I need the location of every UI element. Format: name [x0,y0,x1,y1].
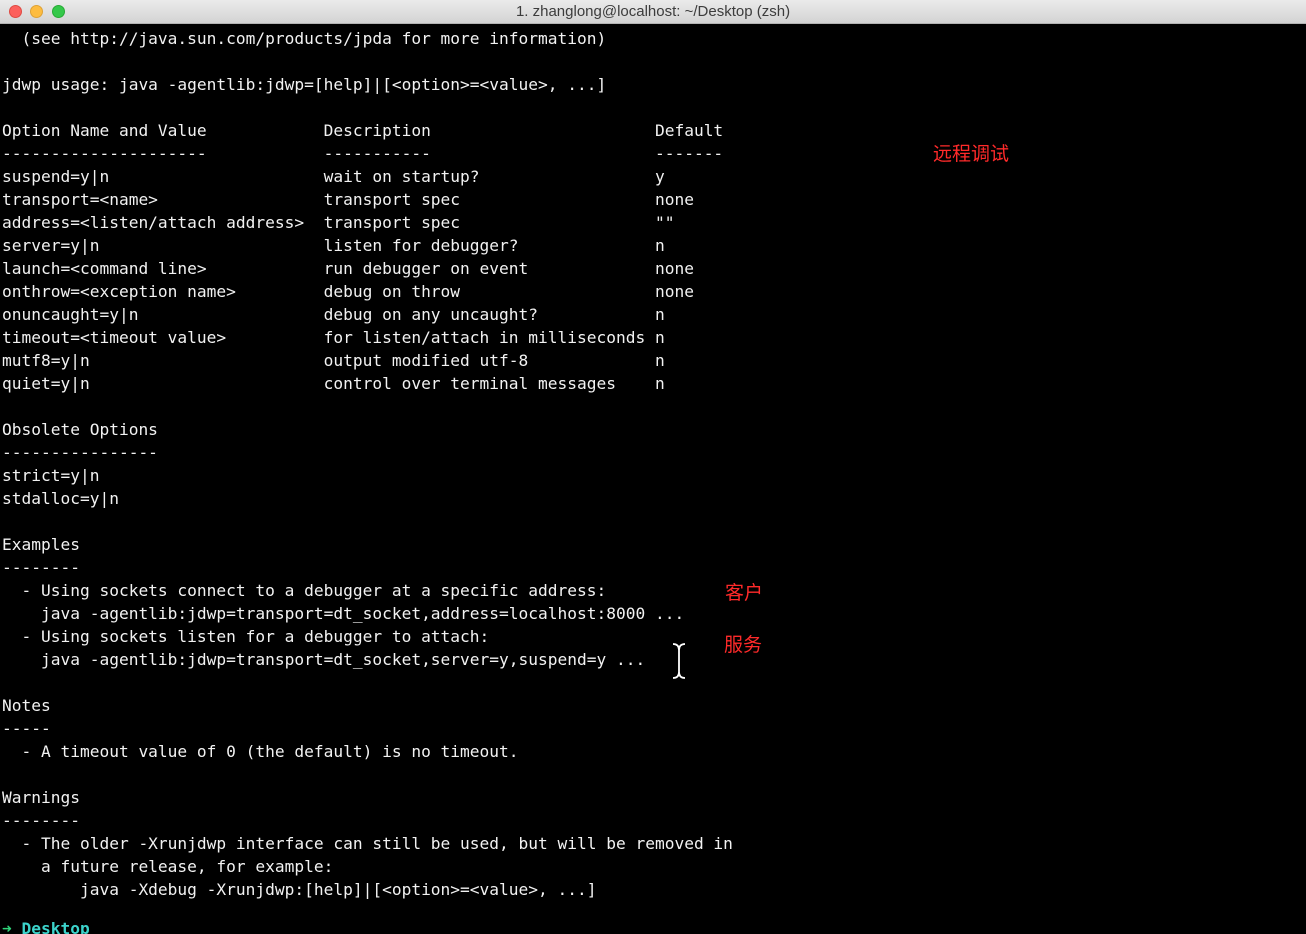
terminal-line: launch=<command line> run debugger on ev… [2,259,694,278]
window-titlebar[interactable]: 1. zhanglong@localhost: ~/Desktop (zsh) [0,0,1306,24]
terminal-line: stdalloc=y|n [2,489,119,508]
terminal-line: jdwp usage: java -agentlib:jdwp=[help]|[… [2,75,607,94]
terminal-line: Option Name and Value Description Defaul… [2,121,724,140]
terminal-line: a future release, for example: [2,857,334,876]
terminal-line: address=<listen/attach address> transpor… [2,213,675,232]
terminal-line: -------- [2,558,80,577]
terminal-output[interactable]: (see http://java.sun.com/products/jpda f… [0,24,1306,934]
terminal-line: transport=<name> transport spec none [2,190,694,209]
terminal-line: onthrow=<exception name> debug on throw … [2,282,694,301]
terminal-line: mutf8=y|n output modified utf-8 n [2,351,665,370]
terminal-line: ----- [2,719,51,738]
terminal-line: ---------------- [2,443,158,462]
terminal-line: - A timeout value of 0 (the default) is … [2,742,519,761]
annotation-remote-debug: 远程调试 [933,143,1010,165]
terminal-line: java -agentlib:jdwp=transport=dt_socket,… [2,650,646,669]
prompt-arrow-icon: ➜ [2,919,12,934]
terminal-line: server=y|n listen for debugger? n [2,236,665,255]
terminal-line: Notes [2,696,51,715]
terminal-line: quiet=y|n control over terminal messages… [2,374,665,393]
terminal-line: Warnings [2,788,80,807]
terminal-line: onuncaught=y|n debug on any uncaught? n [2,305,665,324]
terminal-line: Obsolete Options [2,420,158,439]
prompt-directory: Desktop [21,919,90,934]
terminal-line: - Using sockets connect to a debugger at… [2,581,607,600]
terminal-line: timeout=<timeout value> for listen/attac… [2,328,665,347]
terminal-line: Examples [2,535,80,554]
terminal-line: (see http://java.sun.com/products/jpda f… [2,29,607,48]
terminal-line: java -Xdebug -Xrunjdwp:[help]|[<option>=… [2,880,597,899]
terminal-line: --------------------- ----------- ------… [2,144,724,163]
window-title: 1. zhanglong@localhost: ~/Desktop (zsh) [515,3,791,20]
text-cursor-icon [672,642,686,680]
terminal-line: - The older -Xrunjdwp interface can stil… [2,834,733,853]
annotation-client: 客户 [725,582,764,604]
terminal-line: -------- [2,811,80,830]
terminal-line: - Using sockets listen for a debugger to… [2,627,490,646]
terminal-line: strict=y|n [2,466,100,485]
shell-prompt: ➜ Desktop [2,917,90,934]
annotation-server: 服务 [724,634,763,656]
terminal-line: java -agentlib:jdwp=transport=dt_socket,… [2,604,685,623]
terminal-line: suspend=y|n wait on startup? y [2,167,665,186]
